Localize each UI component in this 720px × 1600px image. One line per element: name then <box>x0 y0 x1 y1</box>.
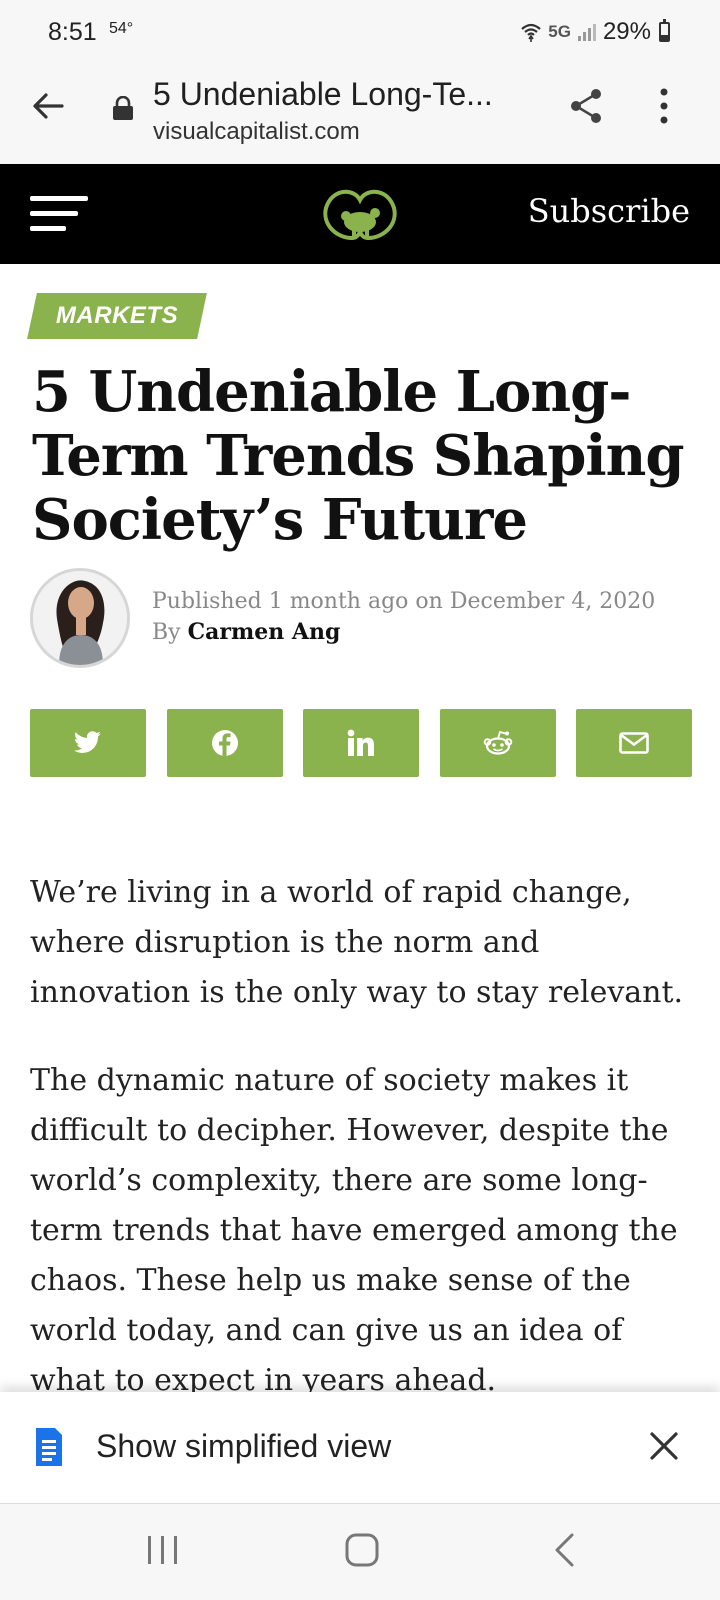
linkedin-icon <box>347 729 374 756</box>
published-relative: 1 month ago <box>268 589 409 614</box>
more-options-icon[interactable] <box>656 86 672 126</box>
published-line: Published 1 month ago on December 4, 202… <box>152 587 655 617</box>
facebook-icon <box>211 730 238 756</box>
twitter-icon <box>74 731 101 753</box>
share-linkedin-button[interactable] <box>303 709 419 777</box>
status-temperature: 54° <box>109 20 134 37</box>
status-bar: 8:51 54° 5G 29% <box>0 0 720 64</box>
by-label: By <box>152 620 181 645</box>
close-icon[interactable] <box>648 1430 680 1462</box>
published-on: on <box>415 589 443 614</box>
simplified-view-banner[interactable]: Show simplified view <box>0 1392 720 1504</box>
recent-apps-icon[interactable] <box>146 1534 180 1566</box>
battery-icon <box>659 19 670 42</box>
article-paragraph: We’re living in a world of rapid change,… <box>30 875 684 1010</box>
share-twitter-button[interactable] <box>30 709 146 777</box>
back-arrow-icon[interactable] <box>28 86 68 126</box>
document-icon <box>36 1428 62 1466</box>
site-header: Subscribe <box>0 164 720 264</box>
wifi-icon <box>521 23 541 42</box>
browser-toolbar: 5 Undeniable Long-Te... visualcapitalist… <box>0 64 720 164</box>
reddit-icon <box>483 730 512 755</box>
category-label: MARKETS <box>55 302 179 329</box>
menu-icon[interactable] <box>30 194 92 234</box>
signal-icon <box>577 24 596 41</box>
article-title: 5 Undeniable Long-Term Trends Shaping So… <box>32 359 685 553</box>
byline: Published 1 month ago on December 4, 202… <box>152 587 655 648</box>
author-avatar[interactable] <box>30 568 130 668</box>
email-icon <box>619 732 649 754</box>
category-tag[interactable]: MARKETS <box>27 293 207 339</box>
nav-back-icon[interactable] <box>552 1532 576 1568</box>
status-time: 8:51 <box>48 18 97 46</box>
system-navigation-bar <box>0 1504 720 1600</box>
url-domain[interactable]: visualcapitalist.com <box>153 118 360 146</box>
published-date: December 4, 2020 <box>449 589 656 614</box>
published-prefix: Published <box>152 589 262 614</box>
author-name[interactable]: Carmen Ang <box>188 619 341 645</box>
battery-percent: 29% <box>602 18 651 45</box>
status-indicators: 5G 29% <box>520 18 670 46</box>
author-line: By Carmen Ang <box>152 617 655 648</box>
lock-icon <box>113 96 133 120</box>
share-facebook-button[interactable] <box>166 709 283 777</box>
article-paragraph: The dynamic nature of society makes it d… <box>30 1063 678 1398</box>
home-icon[interactable] <box>344 1532 380 1568</box>
network-type: 5G <box>548 22 571 41</box>
share-email-button[interactable] <box>576 709 692 777</box>
share-buttons <box>30 709 692 777</box>
subscribe-link[interactable]: Subscribe <box>528 192 690 230</box>
page-title[interactable]: 5 Undeniable Long-Te... <box>153 76 493 113</box>
author-photo <box>33 571 127 665</box>
share-icon[interactable] <box>566 86 606 126</box>
share-reddit-button[interactable] <box>439 709 556 777</box>
simplified-view-label[interactable]: Show simplified view <box>96 1428 391 1465</box>
visual-capitalist-logo[interactable] <box>322 186 398 242</box>
